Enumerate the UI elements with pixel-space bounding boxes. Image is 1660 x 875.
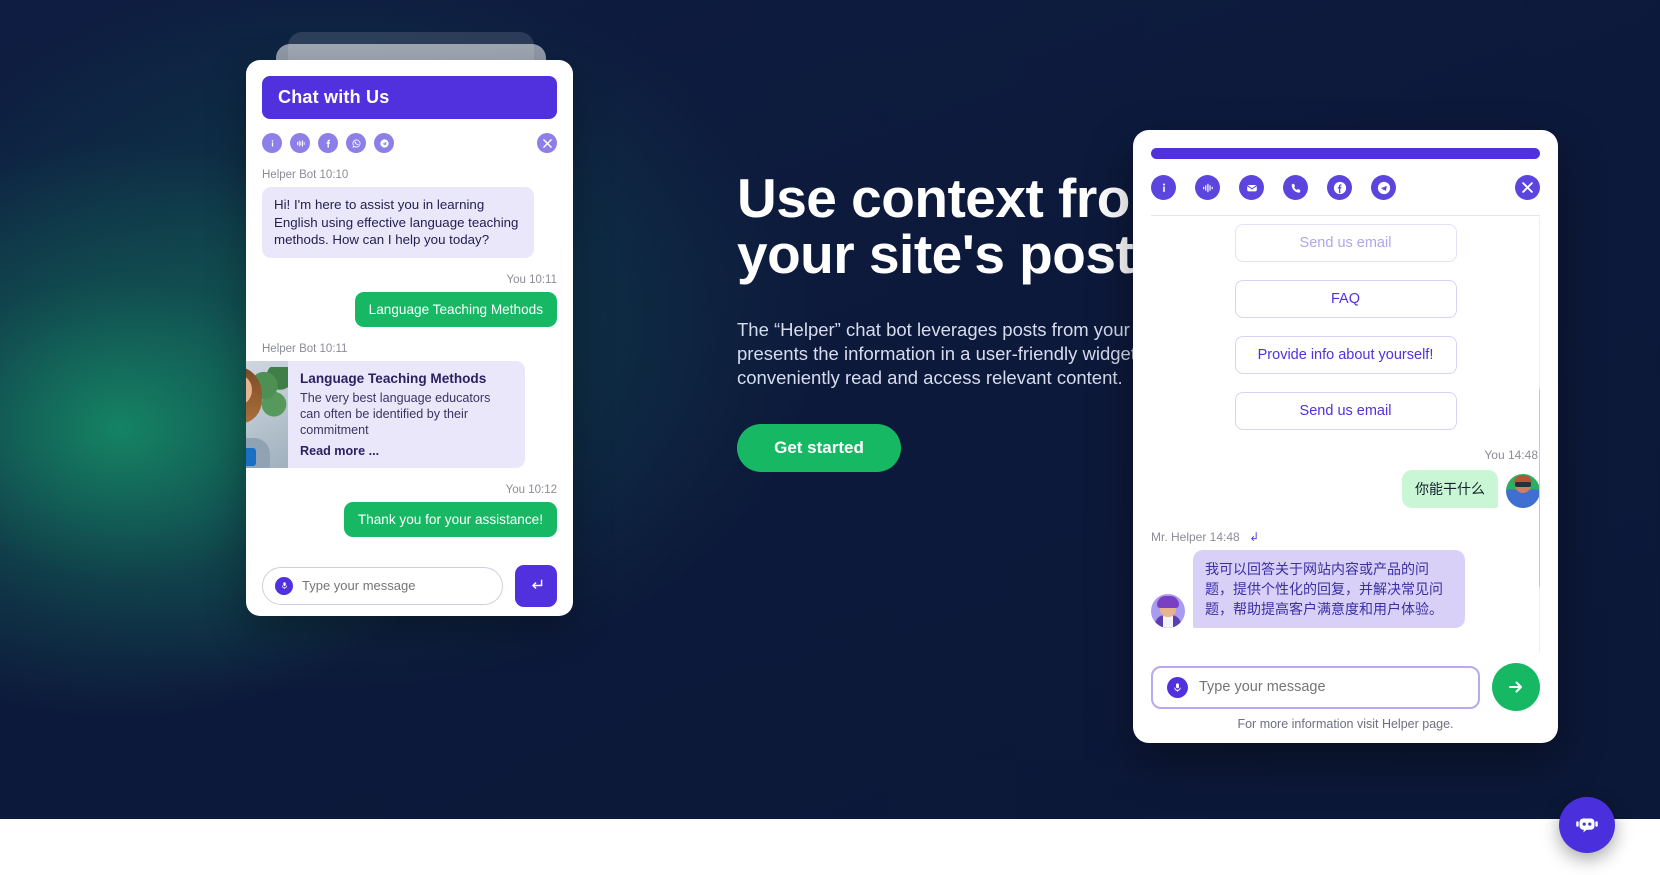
user-message-row: 你能干什么 [1151,470,1540,508]
facebook-icon[interactable] [1327,175,1352,200]
bot-message-bubble: Hi! I'm here to assist you in learning E… [262,187,534,258]
page-title-line2: your site's posts [737,223,1164,285]
right-widget-input-row [1151,653,1540,717]
page-title-line1: Use context from [737,167,1179,229]
close-icon[interactable] [537,133,557,153]
quick-option-button[interactable]: Provide info about yourself! [1234,336,1457,374]
post-card-excerpt: The very best language educators can oft… [300,390,491,437]
right-chat-widget: Send us email FAQ Provide info about you… [1133,130,1558,743]
quick-option-button[interactable]: Send us email [1234,392,1457,430]
left-chat-widget: Chat with Us Helper Bot 10:10 Hi! I'm he… [246,60,573,616]
get-started-button[interactable]: Get started [737,424,901,472]
bot-avatar [1151,594,1185,628]
left-widget-input-row [262,564,557,607]
left-widget-icon-row [262,133,557,153]
user-avatar [1506,474,1540,508]
voice-waveform-icon[interactable] [1195,175,1220,200]
post-card-body: Language Teaching Methods The very best … [288,361,525,468]
right-widget-messages-scroll: Send us email FAQ Provide info about you… [1151,216,1540,653]
telegram-icon[interactable] [1371,175,1396,200]
message-meta: You 14:48 [1484,448,1538,462]
floating-chat-button[interactable] [1559,797,1615,853]
bot-message-row: 我可以回答关于网站内容或产品的问题，提供个性化的回复，并解决常见问题，帮助提高客… [1151,550,1540,628]
close-icon[interactable] [1515,175,1540,200]
message-meta: You 10:12 [505,483,557,496]
info-icon[interactable] [1151,175,1176,200]
right-widget-footer: For more information visit Helper page. [1237,717,1454,731]
left-message-input-wrapper[interactable] [262,566,503,605]
right-widget-icon-row [1151,175,1540,200]
microphone-icon[interactable] [275,576,293,595]
telegram-icon[interactable] [374,133,394,153]
bot-message-bubble: 我可以回答关于网站内容或产品的问题，提供个性化的回复，并解决常见问题，帮助提高客… [1193,550,1465,628]
whatsapp-icon[interactable] [346,133,366,153]
microphone-icon[interactable] [1167,676,1188,698]
left-widget-title: Chat with Us [278,87,390,107]
message-meta: Helper Bot 10:11 [262,342,348,355]
scrollbar-thumb[interactable] [1539,388,1540,588]
messages-scrollbar[interactable] [1539,216,1540,653]
read-more-link[interactable]: Read more ... [300,444,513,458]
reply-arrow-icon[interactable]: ↲ [1249,530,1259,544]
message-meta: Mr. Helper 14:48 ↲ [1151,530,1540,544]
quick-option-button[interactable]: FAQ [1234,280,1457,318]
message-meta: Helper Bot 10:10 [262,169,349,181]
page-bottom-white-band [0,819,1660,875]
quick-option-button[interactable]: Send us email [1234,224,1457,262]
post-card-thumbnail-image [246,360,288,468]
right-widget-header-bar [1151,148,1540,159]
right-message-input[interactable] [1199,679,1464,695]
message-meta-label: Mr. Helper 14:48 [1151,530,1240,544]
facebook-icon[interactable] [318,133,338,153]
sound-icon[interactable] [290,133,310,153]
user-message-bubble: 你能干什么 [1402,470,1498,508]
enter-arrow-icon [531,579,542,589]
user-message-bubble: Language Teaching Methods [354,291,557,327]
left-widget-header: Chat with Us [262,76,557,119]
email-icon[interactable] [1239,175,1264,200]
right-message-input-wrapper[interactable] [1151,665,1480,709]
phone-icon[interactable] [1283,175,1308,200]
send-arrow-icon [1509,681,1522,693]
user-message-row: Thank you for your assistance! [262,501,557,537]
left-send-button[interactable] [515,564,557,607]
message-meta: You 10:11 [506,273,557,286]
user-message-row: Language Teaching Methods [262,291,557,327]
chat-bot-icon [1576,818,1598,833]
right-send-button[interactable] [1492,663,1540,711]
info-icon[interactable] [262,133,282,153]
left-message-input[interactable] [302,578,490,593]
post-card-title: Language Teaching Methods [300,370,487,386]
user-message-bubble: Thank you for your assistance! [343,501,557,537]
post-card-message[interactable]: Language Teaching Methods The very best … [246,360,525,468]
